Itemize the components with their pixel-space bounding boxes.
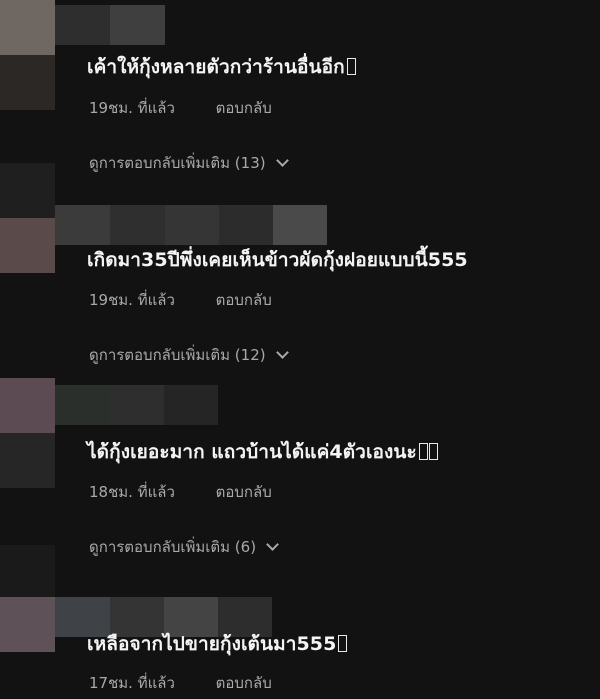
avatar[interactable] <box>0 0 55 110</box>
comment-meta: 17ชม. ที่แล้ว ตอบกลับ <box>89 671 272 695</box>
avatar[interactable] <box>0 378 55 488</box>
missing-glyph-box <box>346 58 356 75</box>
username-blurred[interactable] <box>55 385 218 425</box>
comment-meta: 19ชม. ที่แล้ว ตอบกลับ <box>89 288 272 312</box>
comment-time: 19ชม. ที่แล้ว <box>89 291 175 309</box>
comment-time: 18ชม. ที่แล้ว <box>89 483 175 501</box>
avatar[interactable] <box>0 545 55 655</box>
username-blurred[interactable] <box>55 205 327 245</box>
view-more-replies-button[interactable]: ดูการตอบกลับเพิ่มเติม (12) <box>89 343 289 367</box>
avatar[interactable] <box>0 163 55 273</box>
comment-time: 19ชม. ที่แล้ว <box>89 99 175 117</box>
comment-text: เหลือจากไปขายกุ้งเต้นมา555 <box>87 629 348 659</box>
view-more-replies-button[interactable]: ดูการตอบกลับเพิ่มเติม (13) <box>89 151 289 175</box>
comment-meta: 18ชม. ที่แล้ว ตอบกลับ <box>89 480 272 504</box>
reply-button[interactable]: ตอบกลับ <box>216 99 272 117</box>
comment-text: เกิดมา35ปีพึ่งเคยเห็นข้าวผัดกุ้งฝอยแบบนี… <box>87 249 468 271</box>
view-more-replies-button[interactable]: ดูการตอบกลับเพิ่มเติม (6) <box>89 535 279 559</box>
missing-glyph-box <box>418 443 428 460</box>
reply-button[interactable]: ตอบกลับ <box>216 483 272 501</box>
missing-glyph-box <box>428 443 438 460</box>
comment-text: ได้กุ้งเยอะมาก แถวบ้านได้แค่4ตัวเองนะ <box>87 437 438 467</box>
chevron-down-icon <box>275 346 289 359</box>
comment-text: เค้าให้กุ้งหลายตัวกว่าร้านอื่นอีก <box>87 52 356 82</box>
reply-button[interactable]: ตอบกลับ <box>216 291 272 309</box>
reply-button[interactable]: ตอบกลับ <box>216 674 272 692</box>
missing-glyph-box <box>338 635 348 652</box>
chevron-down-icon <box>275 154 289 167</box>
chevron-down-icon <box>266 538 279 551</box>
comment-time: 17ชม. ที่แล้ว <box>89 674 175 692</box>
username-blurred[interactable] <box>55 5 165 45</box>
comment-meta: 19ชม. ที่แล้ว ตอบกลับ <box>89 96 272 120</box>
